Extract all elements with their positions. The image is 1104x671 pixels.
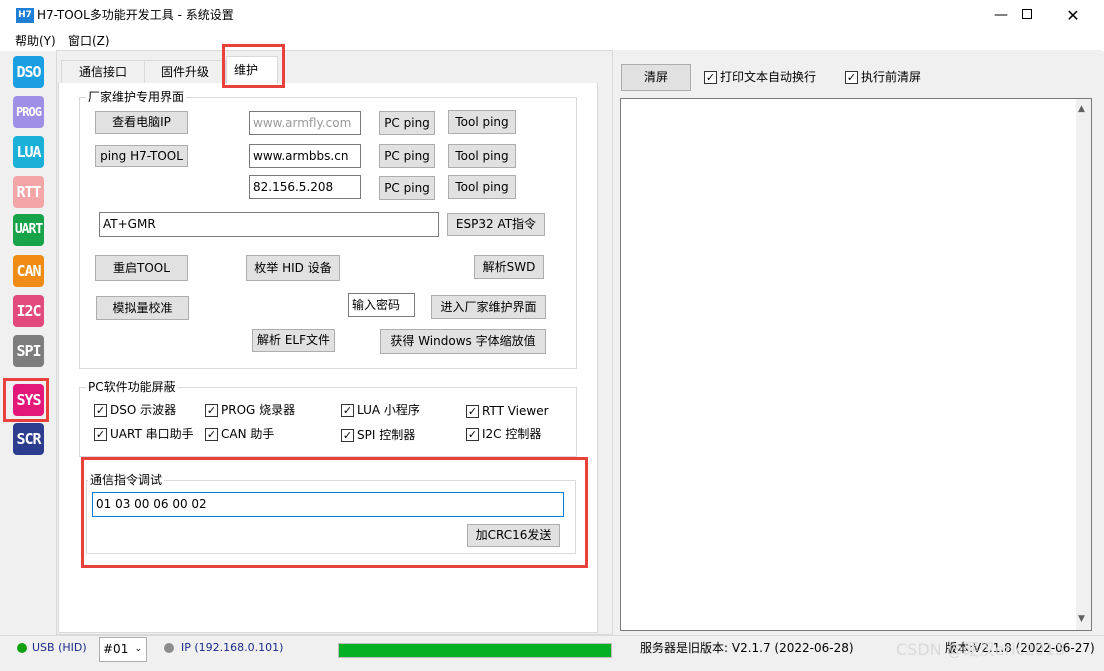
tab-firmware[interactable]: 固件升级 (144, 60, 226, 83)
i2c-checkbox-label: I2C 控制器 (482, 427, 542, 441)
ip-status-icon (164, 643, 174, 653)
at-command-input[interactable]: AT+GMR (99, 212, 439, 237)
esp32-at-button[interactable]: ESP32 AT指令 (447, 213, 545, 236)
password-input[interactable]: 输入密码 (348, 293, 415, 317)
parse-elf-button[interactable]: 解析 ELF文件 (252, 329, 335, 352)
menu-bar (0, 31, 1104, 51)
clear-before-label: 执行前清屏 (861, 70, 922, 84)
ip-status: IP (192.168.0.101) (181, 641, 284, 654)
windows-scale-button[interactable]: 获得 Windows 字体缩放值 (380, 329, 546, 354)
tab-highlight-frame (222, 44, 285, 88)
spi-checkbox-label: SPI 控制器 (357, 428, 416, 442)
close-icon[interactable]: ✕ (1050, 0, 1096, 31)
scroll-up-icon[interactable]: ▲ (1078, 104, 1085, 114)
prog-checkbox-label: PROG 烧录器 (221, 403, 296, 417)
tool-ping-button-2[interactable]: Tool ping (448, 144, 516, 168)
usb-status: USB (HID) (32, 641, 87, 654)
i2c-button[interactable]: I2C (13, 295, 44, 327)
spi-button[interactable]: SPI (13, 335, 44, 367)
debug-highlight-frame (81, 457, 588, 568)
log-output[interactable] (620, 98, 1092, 631)
pc-shield-legend: PC软件功能屏蔽 (86, 380, 178, 394)
uart-checkbox-label: UART 串口助手 (110, 427, 194, 441)
prog-button[interactable]: PROG (13, 96, 44, 128)
uart-button[interactable]: UART (13, 214, 44, 246)
window-title: H7-TOOL多功能开发工具 - 系统设置 (37, 8, 234, 22)
rtt-button[interactable]: RTT (13, 176, 44, 208)
scroll-down-icon[interactable]: ▼ (1078, 614, 1085, 624)
chevron-down-icon: ⌄ (134, 644, 142, 654)
view-ip-button[interactable]: 查看电脑IP (95, 111, 188, 134)
device-select-value: #01 (103, 642, 129, 656)
menu-window[interactable]: 窗口(Z) (68, 33, 110, 49)
prog-checkbox[interactable]: ✓ (205, 404, 218, 417)
pc-ping-button-2[interactable]: PC ping (379, 144, 435, 168)
dso-button[interactable]: DSO (13, 56, 44, 88)
pc-ping-button-3[interactable]: PC ping (379, 176, 435, 200)
app-icon: H7 (16, 8, 34, 23)
host3-field[interactable]: 82.156.5.208 (249, 175, 361, 199)
restart-tool-button[interactable]: 重启TOOL (95, 255, 188, 281)
scr-button[interactable]: SCR (13, 423, 44, 455)
watermark: CSDN @硬汉eric2013 (896, 640, 1066, 659)
tool-ping-button-3[interactable]: Tool ping (448, 175, 516, 199)
server-version: 服务器是旧版本: V2.1.7 (2022-06-28) (640, 641, 854, 655)
dso-checkbox[interactable]: ✓ (94, 404, 107, 417)
pc-shield-group (79, 387, 577, 457)
parse-swd-button[interactable]: 解析SWD (474, 255, 544, 279)
dso-checkbox-label: DSO 示波器 (110, 403, 177, 417)
maximize-icon[interactable] (1004, 0, 1050, 31)
tool-ping-button-1[interactable]: Tool ping (448, 110, 516, 134)
progress-bar (338, 643, 612, 658)
can-button[interactable]: CAN (13, 255, 44, 287)
can-checkbox-label: CAN 助手 (221, 427, 275, 441)
enum-hid-button[interactable]: 枚举 HID 设备 (246, 255, 340, 281)
tab-comm[interactable]: 通信接口 (61, 60, 145, 83)
uart-checkbox[interactable]: ✓ (94, 428, 107, 441)
sys-highlight-frame (3, 378, 49, 422)
menu-help[interactable]: 帮助(Y) (15, 33, 56, 49)
factory-legend: 厂家维护专用界面 (86, 90, 187, 104)
analog-calibration-button[interactable]: 模拟量校准 (96, 296, 189, 320)
auto-wrap-checkbox[interactable]: ✓ (704, 71, 717, 84)
lua-button[interactable]: LUA (13, 136, 44, 168)
lua-checkbox-label: LUA 小程序 (357, 403, 420, 417)
lua-checkbox[interactable]: ✓ (341, 404, 354, 417)
host1-field[interactable]: www.armfly.com (249, 111, 361, 135)
enter-factory-button[interactable]: 进入厂家维护界面 (431, 295, 546, 319)
pc-ping-button-1[interactable]: PC ping (379, 111, 435, 135)
rtt-checkbox-label: RTT Viewer (482, 404, 549, 418)
auto-wrap-label: 打印文本自动换行 (720, 70, 817, 84)
usb-status-icon (17, 643, 27, 653)
rtt-checkbox[interactable]: ✓ (466, 405, 479, 418)
host2-field[interactable]: www.armbbs.cn (249, 144, 361, 168)
ping-tool-button[interactable]: ping H7-TOOL (95, 145, 188, 167)
log-scrollbar[interactable] (1076, 99, 1091, 630)
clear-log-button[interactable]: 清屏 (621, 64, 691, 91)
i2c-checkbox[interactable]: ✓ (466, 428, 479, 441)
can-checkbox[interactable]: ✓ (205, 428, 218, 441)
clear-before-checkbox[interactable]: ✓ (845, 71, 858, 84)
spi-checkbox[interactable]: ✓ (341, 429, 354, 442)
device-select[interactable]: #01 ⌄ (99, 637, 147, 662)
